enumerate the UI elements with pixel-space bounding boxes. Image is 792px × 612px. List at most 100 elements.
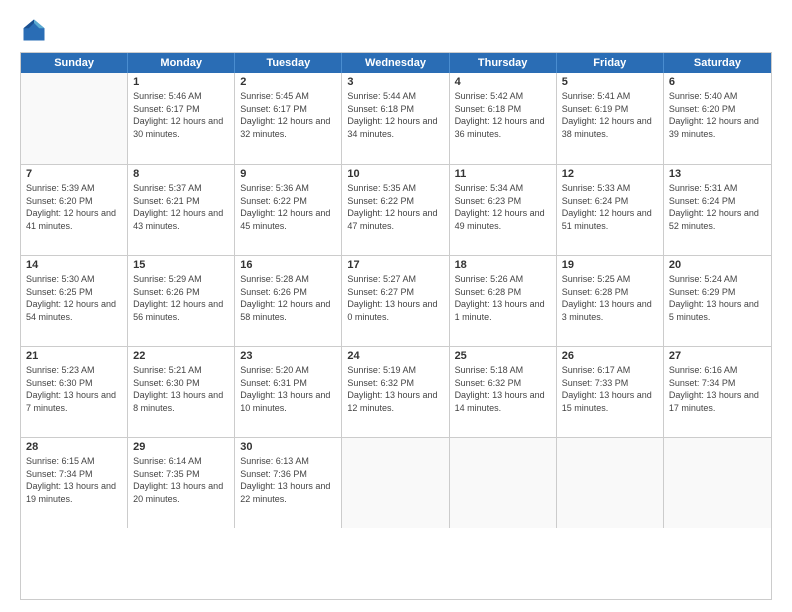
day-number: 13 [669, 168, 766, 180]
cell-info-line: Daylight: 12 hours and 34 minutes. [347, 115, 443, 140]
cell-info-line: Sunset: 6:30 PM [26, 377, 122, 390]
cell-info-line: Sunrise: 5:18 AM [455, 364, 551, 377]
cell-info-line: Sunset: 6:18 PM [347, 103, 443, 116]
calendar-cell: 14Sunrise: 5:30 AMSunset: 6:25 PMDayligh… [21, 256, 128, 346]
cell-info-line: Daylight: 12 hours and 54 minutes. [26, 298, 122, 323]
cell-info-line: Sunrise: 6:16 AM [669, 364, 766, 377]
cell-info-line: Daylight: 13 hours and 19 minutes. [26, 480, 122, 505]
calendar-cell: 11Sunrise: 5:34 AMSunset: 6:23 PMDayligh… [450, 165, 557, 255]
cell-info-line: Daylight: 12 hours and 36 minutes. [455, 115, 551, 140]
calendar-week-2: 7Sunrise: 5:39 AMSunset: 6:20 PMDaylight… [21, 164, 771, 255]
calendar-cell [450, 438, 557, 528]
cell-info-line: Daylight: 13 hours and 10 minutes. [240, 389, 336, 414]
header-day-sunday: Sunday [21, 53, 128, 73]
cell-info-line: Sunset: 6:25 PM [26, 286, 122, 299]
cell-info-line: Daylight: 12 hours and 58 minutes. [240, 298, 336, 323]
cell-info-line: Sunset: 6:32 PM [455, 377, 551, 390]
calendar-cell: 10Sunrise: 5:35 AMSunset: 6:22 PMDayligh… [342, 165, 449, 255]
cell-info-line: Sunset: 6:26 PM [240, 286, 336, 299]
cell-info-line: Daylight: 12 hours and 56 minutes. [133, 298, 229, 323]
cell-info-line: Daylight: 13 hours and 14 minutes. [455, 389, 551, 414]
cell-info-line: Sunrise: 5:35 AM [347, 182, 443, 195]
cell-info-line: Sunset: 7:34 PM [669, 377, 766, 390]
header-day-saturday: Saturday [664, 53, 771, 73]
day-number: 30 [240, 441, 336, 453]
calendar-cell: 19Sunrise: 5:25 AMSunset: 6:28 PMDayligh… [557, 256, 664, 346]
day-number: 3 [347, 76, 443, 88]
day-number: 20 [669, 259, 766, 271]
calendar-cell: 2 Sunrise: 5:45 AMSunset: 6:17 PMDaylight… [235, 73, 342, 164]
cell-info-line: Sunset: 6:20 PM [26, 195, 122, 208]
cell-info-line: Sunset: 6:19 PM [562, 103, 658, 116]
cell-info-line: Daylight: 12 hours and 30 minutes. [133, 115, 229, 140]
cell-info-line: Sunset: 6:28 PM [455, 286, 551, 299]
calendar-cell: 23Sunrise: 5:20 AMSunset: 6:31 PMDayligh… [235, 347, 342, 437]
header-day-friday: Friday [557, 53, 664, 73]
cell-info-line: Sunset: 6:22 PM [347, 195, 443, 208]
cell-info-line: Sunrise: 5:27 AM [347, 273, 443, 286]
cell-info-line: Daylight: 12 hours and 51 minutes. [562, 207, 658, 232]
day-number: 12 [562, 168, 658, 180]
calendar-cell: 5Sunrise: 5:41 AMSunset: 6:19 PMDaylight… [557, 73, 664, 164]
day-number: 21 [26, 350, 122, 362]
cell-info-line: Daylight: 12 hours and 45 minutes. [240, 207, 336, 232]
cell-info-line: Sunrise: 5:40 AM [669, 90, 766, 103]
cell-info-line: Daylight: 12 hours and 38 minutes. [562, 115, 658, 140]
calendar-cell: 17Sunrise: 5:27 AMSunset: 6:27 PMDayligh… [342, 256, 449, 346]
cell-info-line: Daylight: 12 hours and 41 minutes. [26, 207, 122, 232]
cell-info-line: Sunset: 6:28 PM [562, 286, 658, 299]
calendar-cell: 1Sunrise: 5:46 AMSunset: 6:17 PMDaylight… [128, 73, 235, 164]
cell-info-line: Sunrise: 5:30 AM [26, 273, 122, 286]
cell-info-line: Sunrise: 5:39 AM [26, 182, 122, 195]
day-number: 7 [26, 168, 122, 180]
day-number: 16 [240, 259, 336, 271]
calendar-week-5: 28Sunrise: 6:15 AMSunset: 7:34 PMDayligh… [21, 437, 771, 528]
calendar-cell: 28Sunrise: 6:15 AMSunset: 7:34 PMDayligh… [21, 438, 128, 528]
cell-info-line: Sunrise: 6:14 AM [133, 455, 229, 468]
cell-info-line: Sunrise: 5:45 AM [240, 90, 336, 103]
cell-info-line: Sunrise: 5:33 AM [562, 182, 658, 195]
calendar-cell: 9Sunrise: 5:36 AMSunset: 6:22 PMDaylight… [235, 165, 342, 255]
cell-info-line: Sunset: 6:17 PM [133, 103, 229, 116]
day-number: 17 [347, 259, 443, 271]
cell-info-line: Sunset: 6:21 PM [133, 195, 229, 208]
cell-info-line: Daylight: 13 hours and 1 minute. [455, 298, 551, 323]
cell-info-line: Sunset: 6:32 PM [347, 377, 443, 390]
calendar-week-1: 1Sunrise: 5:46 AMSunset: 6:17 PMDaylight… [21, 73, 771, 164]
header-day-monday: Monday [128, 53, 235, 73]
cell-info-line: Sunrise: 5:44 AM [347, 90, 443, 103]
calendar-body: 1Sunrise: 5:46 AMSunset: 6:17 PMDaylight… [21, 73, 771, 528]
cell-info-line: Sunset: 7:35 PM [133, 468, 229, 481]
calendar-cell: 12 Sunrise: 5:33 AMSunset: 6:24 PMDayligh… [557, 165, 664, 255]
cell-info-line: Sunset: 6:23 PM [455, 195, 551, 208]
cell-info-line: Sunrise: 5:21 AM [133, 364, 229, 377]
cell-info-line: Daylight: 13 hours and 22 minutes. [240, 480, 336, 505]
cell-info-line: Sunrise: 6:15 AM [26, 455, 122, 468]
calendar-cell [342, 438, 449, 528]
cell-info-line: Daylight: 13 hours and 8 minutes. [133, 389, 229, 414]
calendar-cell: 4Sunrise: 5:42 AMSunset: 6:18 PMDaylight… [450, 73, 557, 164]
day-number: 26 [562, 350, 658, 362]
cell-info-line: Sunset: 6:24 PM [562, 195, 658, 208]
cell-info-line: Sunset: 6:17 PM [240, 103, 336, 116]
cell-info-line: Daylight: 12 hours and 32 minutes. [240, 115, 336, 140]
header-day-tuesday: Tuesday [235, 53, 342, 73]
cell-info-line: Sunset: 6:22 PM [240, 195, 336, 208]
calendar-cell: 13Sunrise: 5:31 AMSunset: 6:24 PMDayligh… [664, 165, 771, 255]
cell-info-line: Daylight: 13 hours and 5 minutes. [669, 298, 766, 323]
calendar-cell: 25Sunrise: 5:18 AMSunset: 6:32 PMDayligh… [450, 347, 557, 437]
cell-info-line: Sunrise: 5:26 AM [455, 273, 551, 286]
calendar-cell [664, 438, 771, 528]
day-number: 22 [133, 350, 229, 362]
header-day-wednesday: Wednesday [342, 53, 449, 73]
day-number: 24 [347, 350, 443, 362]
calendar-cell: 24Sunrise: 5:19 AMSunset: 6:32 PMDayligh… [342, 347, 449, 437]
day-number: 10 [347, 168, 443, 180]
cell-info-line: Sunset: 7:34 PM [26, 468, 122, 481]
calendar-cell: 27Sunrise: 6:16 AMSunset: 7:34 PMDayligh… [664, 347, 771, 437]
cell-info-line: Sunrise: 5:24 AM [669, 273, 766, 286]
day-number: 2 [240, 76, 336, 88]
cell-info-line: Sunset: 6:27 PM [347, 286, 443, 299]
calendar-cell: 7 Sunrise: 5:39 AMSunset: 6:20 PMDaylight… [21, 165, 128, 255]
day-number: 9 [240, 168, 336, 180]
